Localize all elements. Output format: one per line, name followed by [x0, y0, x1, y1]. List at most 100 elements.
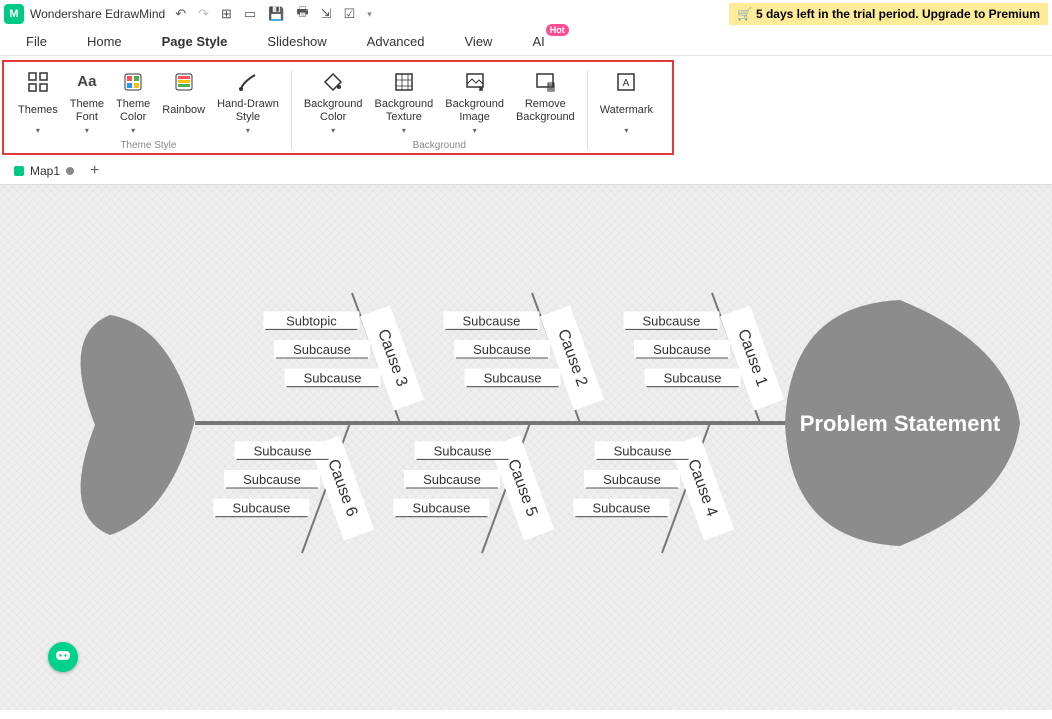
spacer	[183, 126, 185, 136]
menu-view[interactable]: View	[463, 30, 495, 55]
unsaved-dot-icon	[66, 167, 74, 175]
sub-label[interactable]: Subcause	[293, 342, 351, 357]
chat-fab[interactable]	[48, 642, 78, 672]
ribbon-separator	[291, 70, 292, 149]
menu-bar: File Home Page Style Slideshow Advanced …	[0, 28, 1052, 56]
spacer	[544, 126, 546, 136]
fishbone-diagram[interactable]: Problem Statement Cause 3SubcauseSubcaus…	[0, 185, 1052, 710]
bg-image-button[interactable]: BackgroundImage ▾	[441, 68, 508, 138]
sub-label[interactable]: Subcause	[233, 501, 291, 516]
undo-icon[interactable]: ↶	[175, 6, 186, 22]
rainbow-label: Rainbow	[162, 98, 205, 124]
save-icon[interactable]: 💾	[268, 6, 284, 22]
svg-text:A: A	[623, 78, 630, 89]
themes-label: Themes	[18, 98, 58, 124]
new-icon[interactable]: ⊞	[221, 6, 232, 22]
more-icon[interactable]: ▾	[367, 9, 372, 20]
chevron-down-icon: ▾	[624, 126, 628, 136]
add-tab-button[interactable]: +	[90, 162, 99, 180]
redo-icon[interactable]: ↷	[198, 6, 209, 22]
app-title: Wondershare EdrawMind	[30, 7, 165, 21]
ribbon: Themes ▾ Aa ThemeFont ▾ ThemeColor ▾ Rai…	[4, 62, 672, 153]
grid-icon	[26, 70, 50, 94]
sub-label[interactable]: Subcause	[593, 501, 651, 516]
trial-text: 5 days left in the trial period. Upgrade…	[756, 7, 1040, 21]
chevron-down-icon: ▾	[131, 126, 135, 136]
bg-color-button[interactable]: BackgroundColor ▾	[300, 68, 367, 138]
sub-label[interactable]: Subcause	[473, 342, 531, 357]
chevron-down-icon: ▾	[85, 126, 89, 136]
remove-bg-label: RemoveBackground	[516, 98, 575, 124]
menu-slideshow[interactable]: Slideshow	[265, 30, 328, 55]
sub-label[interactable]: Subcause	[434, 443, 492, 458]
export-icon[interactable]: ⇲	[321, 6, 332, 22]
themes-button[interactable]: Themes ▾	[14, 68, 62, 138]
sub-label[interactable]: Subcause	[463, 313, 521, 328]
hand-drawn-button[interactable]: Hand-DrawnStyle ▾	[213, 68, 283, 138]
sub-label[interactable]: Subcause	[413, 501, 471, 516]
brush-icon	[236, 70, 260, 94]
watermark-icon: A	[614, 70, 638, 94]
chevron-down-icon: ▾	[473, 126, 477, 136]
trial-banner[interactable]: 🛒 5 days left in the trial period. Upgra…	[729, 3, 1048, 25]
chevron-down-icon: ▾	[36, 126, 40, 136]
image-icon	[463, 70, 487, 94]
sub-label[interactable]: Subcause	[603, 472, 661, 487]
chevron-down-icon: ▾	[246, 126, 250, 136]
menu-ai-label: AI	[532, 34, 544, 49]
sub-label[interactable]: Subtopic	[286, 313, 337, 328]
fish-tail[interactable]	[81, 315, 195, 535]
remove-bg-button[interactable]: RemoveBackground	[512, 68, 579, 138]
ribbon-group-watermark: A Watermark ▾	[590, 68, 663, 151]
rainbow-icon	[172, 70, 196, 94]
bg-color-label: BackgroundColor	[304, 98, 363, 124]
rainbow-button[interactable]: Rainbow	[158, 68, 209, 138]
palette-icon	[121, 70, 145, 94]
sub-label[interactable]: Subcause	[243, 472, 301, 487]
group-label-theme-style: Theme Style	[120, 140, 176, 151]
sub-label[interactable]: Subcause	[484, 371, 542, 386]
title-bar: M Wondershare EdrawMind ↶ ↷ ⊞ ▭ 💾 🖶 ⇲ ☑ …	[0, 0, 1052, 28]
theme-font-button[interactable]: Aa ThemeFont ▾	[66, 68, 108, 138]
quick-access-toolbar: ↶ ↷ ⊞ ▭ 💾 🖶 ⇲ ☑ ▾	[175, 3, 372, 25]
bg-image-label: BackgroundImage	[445, 98, 504, 124]
menu-file[interactable]: File	[24, 30, 49, 55]
open-icon[interactable]: ▭	[244, 6, 256, 22]
font-icon: Aa	[75, 70, 99, 94]
cart-icon: 🛒	[737, 7, 752, 21]
doc-icon	[14, 166, 24, 176]
sub-label[interactable]: Subcause	[254, 443, 312, 458]
options-icon[interactable]: ☑	[344, 6, 356, 22]
menu-advanced[interactable]: Advanced	[365, 30, 427, 55]
watermark-button[interactable]: A Watermark ▾	[596, 68, 657, 138]
remove-icon	[533, 70, 557, 94]
chevron-down-icon: ▾	[402, 126, 406, 136]
theme-color-button[interactable]: ThemeColor ▾	[112, 68, 154, 138]
sub-label[interactable]: Subcause	[653, 342, 711, 357]
sub-label[interactable]: Subcause	[304, 371, 362, 386]
canvas[interactable]: Problem Statement Cause 3SubcauseSubcaus…	[0, 185, 1052, 710]
sub-label[interactable]: Subcause	[643, 313, 701, 328]
ribbon-group-theme-style: Themes ▾ Aa ThemeFont ▾ ThemeColor ▾ Rai…	[8, 68, 289, 151]
bg-texture-button[interactable]: BackgroundTexture ▾	[371, 68, 438, 138]
menu-ai[interactable]: AI Hot	[530, 30, 546, 55]
problem-statement-label[interactable]: Problem Statement	[800, 411, 1001, 436]
document-tab[interactable]: Map1	[8, 162, 80, 180]
sub-label[interactable]: Subcause	[423, 472, 481, 487]
group-label-background: Background	[413, 140, 466, 151]
ribbon-group-background: BackgroundColor ▾ BackgroundTexture ▾ Ba…	[294, 68, 585, 151]
document-tabs: Map1 +	[0, 159, 1052, 185]
sub-label[interactable]: Subcause	[664, 371, 722, 386]
menu-page-style[interactable]: Page Style	[160, 30, 230, 55]
doc-tab-label: Map1	[30, 164, 60, 178]
app-logo-icon: M	[4, 4, 24, 24]
theme-color-label: ThemeColor	[116, 98, 150, 124]
menu-home[interactable]: Home	[85, 30, 124, 55]
chevron-down-icon: ▾	[331, 126, 335, 136]
bg-texture-label: BackgroundTexture	[375, 98, 434, 124]
sub-label[interactable]: Subcause	[614, 443, 672, 458]
print-icon[interactable]: 🖶	[296, 3, 308, 25]
hand-drawn-label: Hand-DrawnStyle	[217, 98, 279, 124]
hot-badge: Hot	[546, 24, 569, 36]
watermark-label: Watermark	[600, 98, 653, 124]
